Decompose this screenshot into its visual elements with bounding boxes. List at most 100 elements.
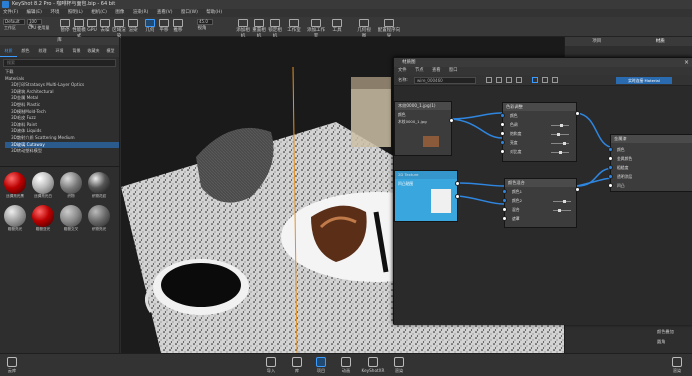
menu-camera[interactable]: 相机(C): [91, 10, 107, 15]
input-port[interactable]: [500, 149, 505, 154]
input-port[interactable]: [500, 131, 505, 136]
dolly-button[interactable]: 推移: [172, 17, 184, 34]
tree-item[interactable]: 3D散射介质 Scattering Medium: [5, 135, 119, 142]
brightness-slider[interactable]: [551, 142, 569, 145]
menu-help[interactable]: 帮助(H): [206, 10, 222, 15]
denoise-button[interactable]: 去噪: [99, 17, 111, 34]
tab-backplates[interactable]: 背景: [68, 45, 85, 57]
render-toolbar-button[interactable]: 渲染: [127, 17, 139, 34]
close-icon[interactable]: ×: [684, 58, 689, 67]
tree-item[interactable]: Materials: [5, 76, 119, 83]
tree-item[interactable]: 3D液体 Liquids: [5, 128, 119, 135]
hue-slider[interactable]: [551, 124, 569, 127]
bump-texture-node[interactable]: 2D Texture 凹凸贴图: [394, 170, 460, 222]
material-thumbnail[interactable]: 丝绸亮光黑: [3, 172, 27, 202]
material-thumbnail[interactable]: 织物亮光: [87, 205, 111, 235]
output-port[interactable]: [575, 111, 580, 116]
cloud-library-button[interactable]: 云库: [4, 357, 20, 374]
input-port[interactable]: [608, 183, 613, 188]
render-output-button[interactable]: 渲染: [668, 357, 686, 374]
studio-button[interactable]: 工作室: [286, 17, 302, 34]
texture-node[interactable]: 木纹0000_1.jpg(1) 颜色 木纹0000_1.jpg: [394, 101, 454, 156]
material-thumbnail[interactable]: 丝绸亮光白: [31, 172, 55, 202]
pan-button[interactable]: 平移: [158, 17, 170, 34]
menu-lighting[interactable]: 照明(L): [68, 10, 83, 15]
input-port[interactable]: [502, 198, 507, 203]
tree-item[interactable]: 3D转动塑料模型: [5, 148, 119, 155]
render-bottom-button[interactable]: 渲染: [390, 357, 408, 374]
input-port[interactable]: [500, 122, 505, 127]
color-blend-node[interactable]: 颜色混合 颜色1 颜色2 混合 遮罩: [502, 178, 580, 228]
tab-favorites[interactable]: 收藏夹: [85, 45, 102, 57]
input-port[interactable]: [608, 174, 613, 179]
library-button[interactable]: 库: [288, 357, 306, 374]
menu-file[interactable]: 文件(F): [3, 10, 18, 15]
geometry-tool-button[interactable]: 几何: [144, 17, 156, 34]
angle-field[interactable]: 45.0: [197, 19, 213, 25]
library-search-input[interactable]: 搜索: [3, 59, 116, 67]
input-port[interactable]: [502, 189, 507, 194]
keyshotxr-button[interactable]: KeyShotXR: [361, 357, 385, 373]
material-node[interactable]: 金属漆 颜色 金属颜色 粗糙度 透明涂层 凹凸: [608, 134, 692, 192]
menu-image[interactable]: 图像: [115, 10, 124, 15]
graph-menu-window[interactable]: 窗口: [449, 68, 458, 73]
menu-environment[interactable]: 环境: [50, 10, 59, 15]
material-thumbnail[interactable]: 粗糙亮光: [3, 205, 27, 235]
tab-models[interactable]: 模型: [102, 45, 119, 57]
pause-button[interactable]: 暂停: [58, 17, 72, 34]
material-name-field[interactable]: wire_000460: [414, 77, 476, 84]
link-icon[interactable]: [506, 77, 512, 83]
input-port[interactable]: [608, 156, 613, 161]
input-port[interactable]: [608, 165, 613, 170]
node-graph-canvas[interactable]: 木纹0000_1.jpg(1) 颜色 木纹0000_1.jpg 色彩调整 颜色 …: [394, 86, 692, 325]
menu-render[interactable]: 渲染(R): [133, 10, 149, 15]
tree-item[interactable]: 3D漆料 Paint: [5, 122, 119, 129]
align-icon[interactable]: [542, 77, 548, 83]
tab-project[interactable]: 项目: [565, 37, 629, 46]
tree-item[interactable]: 3D建筑 Architectural: [5, 89, 119, 96]
material-thumbnail[interactable]: 织物花纹: [87, 172, 111, 202]
menu-edit[interactable]: 编辑(E): [27, 10, 42, 15]
tree-item[interactable]: 3D毛皮 Fuzz: [5, 115, 119, 122]
tab-colors[interactable]: 颜色: [17, 45, 34, 57]
input-port[interactable]: [502, 207, 507, 212]
mix-slider[interactable]: [553, 200, 571, 203]
graph-menu-file[interactable]: 文件: [398, 68, 407, 73]
tools-button[interactable]: 工具: [330, 17, 344, 34]
animation-button[interactable]: 动画: [337, 357, 355, 374]
tab-environments[interactable]: 环境: [51, 45, 68, 57]
output-port[interactable]: [449, 118, 454, 123]
material-thumbnail[interactable]: 粗糙交叉: [59, 205, 83, 235]
delete-icon[interactable]: [552, 77, 558, 83]
material-thumbnail[interactable]: 织物: [59, 172, 83, 202]
import-button[interactable]: 导入: [262, 357, 280, 374]
output-port[interactable]: [455, 194, 460, 199]
live-link-toggle[interactable]: 实时连接 Material: [616, 77, 672, 84]
project-button[interactable]: 项目: [312, 357, 330, 374]
input-port[interactable]: [608, 147, 613, 152]
tree-item[interactable]: 3D模制Mold-Tech: [5, 109, 119, 116]
tab-material[interactable]: 材质: [629, 37, 692, 46]
layout-icon[interactable]: [532, 77, 538, 83]
graph-menu-view[interactable]: 查看: [432, 68, 441, 73]
output-port[interactable]: [455, 181, 460, 186]
tree-item[interactable]: 3D金属 Metal: [5, 95, 119, 102]
tree-item[interactable]: 下载: [5, 69, 119, 76]
graph-menu-node[interactable]: 节点: [415, 68, 424, 73]
grid-icon[interactable]: [516, 77, 522, 83]
contrast-slider[interactable]: [551, 151, 569, 154]
color-adjust-node[interactable]: 色彩调整 颜色 色调 饱和度 亮度 对比度: [500, 102, 580, 162]
gpu-button[interactable]: GPU: [86, 17, 98, 34]
input-port[interactable]: [502, 216, 507, 221]
zoom-icon[interactable]: [496, 77, 502, 83]
tree-item[interactable]: 3D塑料 Plastic: [5, 102, 119, 109]
input-port[interactable]: [500, 113, 505, 118]
fit-icon[interactable]: [486, 77, 492, 83]
material-thumbnail[interactable]: 粗糙亚光: [31, 205, 55, 235]
tab-textures[interactable]: 纹理: [34, 45, 51, 57]
tree-item-selected[interactable]: 3D玻璃 Cutaway: [5, 141, 119, 149]
saturation-slider[interactable]: [551, 133, 569, 136]
tree-item[interactable]: 3D打印Stratasys Multi-Layer Optics: [5, 82, 119, 89]
output-port[interactable]: [575, 187, 580, 192]
input-port[interactable]: [500, 140, 505, 145]
